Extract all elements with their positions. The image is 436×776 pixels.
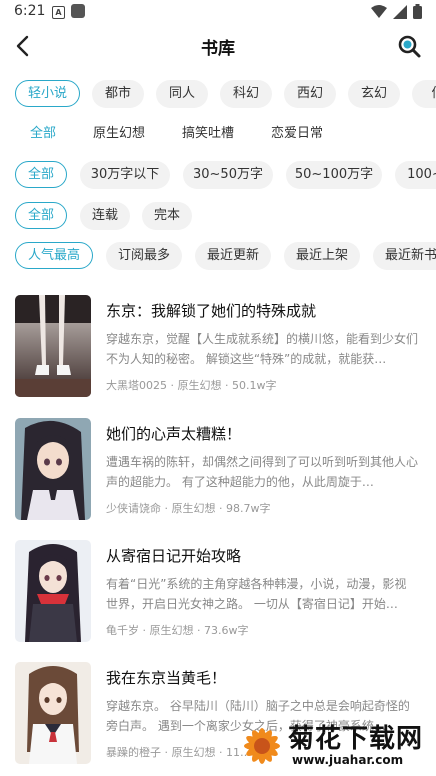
signal-icon bbox=[393, 4, 407, 19]
book-title: 我在东京当黄毛！ bbox=[106, 669, 227, 687]
book-cover bbox=[15, 418, 91, 520]
sort-most-subscribed[interactable]: 订阅最多 bbox=[106, 242, 182, 270]
legs-in-heels-cover bbox=[15, 295, 91, 397]
watermark-title: 菊花下载网 bbox=[288, 724, 424, 754]
category-xuanhuan[interactable]: 玄幻 bbox=[348, 80, 400, 108]
state-all[interactable]: 全部 bbox=[15, 202, 67, 229]
status-filter-row: 全部 连载 完本 bbox=[0, 202, 436, 232]
category-filter-row: 轻小说 都市 同人 科幻 西幻 玄幻 仙 bbox=[0, 80, 436, 110]
sort-newest-books[interactable]: 最近新书 bbox=[373, 242, 436, 270]
flower-logo-icon bbox=[244, 728, 280, 764]
dark-hair-girl-cover bbox=[15, 418, 91, 520]
book-item[interactable]: 东京：我解锁了她们的特殊成就 穿越东京，觉醒【人生成就系统】的横川悠，能看到少女… bbox=[0, 295, 436, 405]
page-title: 书库 bbox=[201, 39, 235, 59]
book-meta: 大黑塔0025 · 原生幻想 · 50.1w字 bbox=[106, 379, 277, 392]
book-item[interactable]: 从寄宿日记开始攻略 有着“日光”系统的主角穿越各种韩漫，小说，动漫，影视世界，开… bbox=[0, 540, 436, 650]
wordcount-under-300k[interactable]: 30万字以下 bbox=[80, 161, 170, 189]
top-bar: 书库 bbox=[0, 24, 436, 68]
wordcount-over-1m[interactable]: 100~ bbox=[395, 161, 436, 189]
book-title: 东京：我解锁了她们的特殊成就 bbox=[106, 302, 317, 320]
book-description: 遭遇车祸的陈轩，却偶然之间得到了可以听到听到其他人心声的超能力。 有了这种超能力… bbox=[106, 455, 418, 489]
category-urban[interactable]: 都市 bbox=[92, 80, 144, 108]
watermark-url: www.juahar.com bbox=[292, 753, 404, 767]
book-meta: 暴躁的橙子 · 原生幻想 · 11… bbox=[106, 746, 251, 759]
state-completed[interactable]: 完本 bbox=[142, 202, 192, 230]
schoolgirl-cover bbox=[15, 662, 91, 764]
status-bar: 6:21 A bbox=[0, 0, 436, 24]
state-ongoing[interactable]: 连载 bbox=[80, 202, 130, 230]
wifi-icon bbox=[371, 4, 387, 18]
girl-red-scarf-cover bbox=[15, 540, 91, 642]
notification-a-icon: A bbox=[52, 6, 65, 19]
book-item[interactable]: 她们的心声太糟糕！ 遭遇车祸的陈轩，却偶然之间得到了可以听到听到其他人心声的超能… bbox=[0, 418, 436, 528]
wordcount-500k-1m[interactable]: 50~100万字 bbox=[286, 161, 382, 189]
subcategory-original-fantasy[interactable]: 原生幻想 bbox=[93, 120, 145, 148]
book-cover bbox=[15, 662, 91, 764]
category-light-novel[interactable]: 轻小说 bbox=[15, 80, 80, 107]
search-icon[interactable] bbox=[396, 33, 422, 59]
book-cover bbox=[15, 295, 91, 397]
category-scifi[interactable]: 科幻 bbox=[220, 80, 272, 108]
watermark: 菊花下载网 www.juahar.com bbox=[236, 716, 436, 776]
category-xianxia[interactable]: 仙 bbox=[412, 80, 436, 108]
book-meta: 龟千岁 · 原生幻想 · 73.6w字 bbox=[106, 624, 249, 637]
book-title: 从寄宿日记开始攻略 bbox=[106, 547, 242, 565]
book-description: 有着“日光”系统的主角穿越各种韩漫，小说，动漫，影视世界，开启日光女神之路。 一… bbox=[106, 577, 407, 611]
wordcount-filter-row: 全部 30万字以下 30~50万字 50~100万字 100~ bbox=[0, 161, 436, 191]
status-time: 6:21 bbox=[14, 3, 46, 19]
battery-icon bbox=[413, 4, 422, 19]
notification-app-icon bbox=[71, 4, 85, 18]
book-title: 她们的心声太糟糕！ bbox=[106, 425, 242, 443]
subcategory-comedy[interactable]: 搞笑吐槽 bbox=[182, 120, 234, 148]
sort-filter-row: 人气最高 订阅最多 最近更新 最近上架 最近新书 bbox=[0, 242, 436, 272]
subcategory-romance-daily[interactable]: 恋爱日常 bbox=[271, 120, 323, 148]
subcategory-filter-row: 全部 原生幻想 搞笑吐槽 恋爱日常 bbox=[0, 120, 436, 150]
book-meta: 少侠请饶命 · 原生幻想 · 98.7w字 bbox=[106, 502, 271, 515]
sort-most-popular[interactable]: 人气最高 bbox=[15, 242, 93, 269]
book-cover bbox=[15, 540, 91, 642]
sort-recently-listed[interactable]: 最近上架 bbox=[284, 242, 360, 270]
book-description: 穿越东京，觉醒【人生成就系统】的横川悠，能看到少女们不为人知的秘密。 解锁这些“… bbox=[106, 332, 418, 366]
category-fanfic[interactable]: 同人 bbox=[156, 80, 208, 108]
sort-recently-updated[interactable]: 最近更新 bbox=[195, 242, 271, 270]
wordcount-all[interactable]: 全部 bbox=[15, 161, 67, 188]
subcategory-all[interactable]: 全部 bbox=[30, 120, 56, 148]
wordcount-300k-500k[interactable]: 30~50万字 bbox=[183, 161, 273, 189]
category-western-fantasy[interactable]: 西幻 bbox=[284, 80, 336, 108]
